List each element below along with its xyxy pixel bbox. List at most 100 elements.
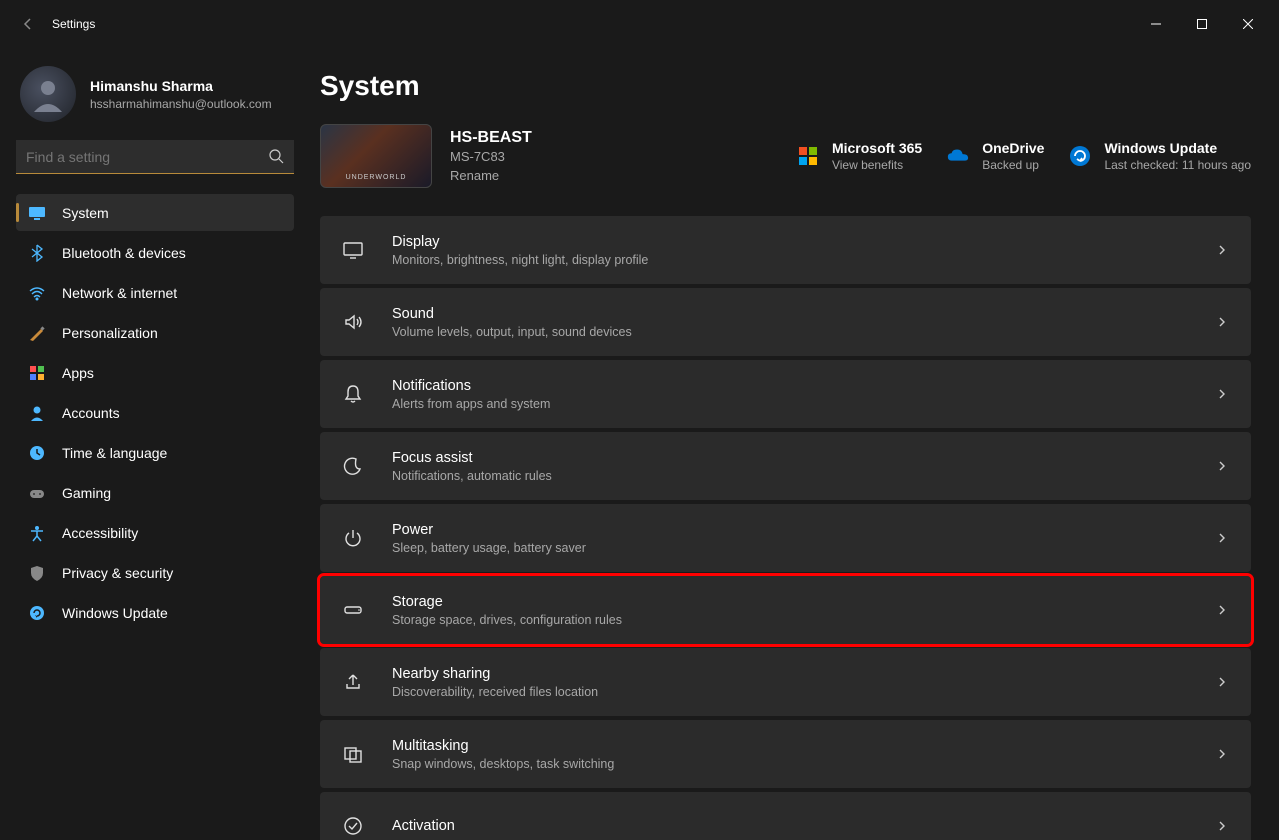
sidebar-item-label: Privacy & security xyxy=(62,565,173,581)
sidebar-item-label: Network & internet xyxy=(62,285,177,301)
card-activation[interactable]: Activation xyxy=(320,792,1251,840)
chevron-right-icon xyxy=(1215,747,1229,761)
card-subtitle: Snap windows, desktops, task switching xyxy=(392,757,614,771)
chevron-right-icon xyxy=(1215,243,1229,257)
card-title: Activation xyxy=(392,818,455,834)
status-title: Windows Update xyxy=(1104,140,1251,156)
sidebar-item-personalization[interactable]: Personalization xyxy=(16,314,294,351)
search-input[interactable] xyxy=(16,140,294,174)
sidebar-item-system[interactable]: System xyxy=(16,194,294,231)
settings-card-list: DisplayMonitors, brightness, night light… xyxy=(320,216,1251,840)
card-subtitle: Volume levels, output, input, sound devi… xyxy=(392,325,632,339)
sound-icon xyxy=(340,311,366,333)
sidebar-item-label: Apps xyxy=(62,365,94,381)
storage-icon xyxy=(340,599,366,621)
chevron-right-icon xyxy=(1215,531,1229,545)
nearby-icon xyxy=(340,671,366,693)
sidebar-item-label: Personalization xyxy=(62,325,158,341)
card-power[interactable]: Power Sleep, battery usage, battery saver xyxy=(320,504,1251,572)
search-box[interactable] xyxy=(16,140,294,174)
status-subtitle: View benefits xyxy=(832,158,922,172)
activation-icon xyxy=(340,815,366,837)
chevron-right-icon xyxy=(1215,819,1229,833)
avatar xyxy=(20,66,76,122)
close-button[interactable] xyxy=(1225,8,1271,40)
device-summary-row: HS-BEAST MS-7C83 Rename Microsoft 365 Vie… xyxy=(320,124,1251,188)
chevron-right-icon xyxy=(1215,675,1229,689)
status-subtitle: Backed up xyxy=(982,158,1044,172)
sidebar-item-accounts[interactable]: Accounts xyxy=(16,394,294,431)
card-sound[interactable]: Sound Volume levels, output, input, sound… xyxy=(320,288,1251,356)
device-thumbnail xyxy=(320,124,432,188)
card-title: Multitasking xyxy=(392,738,614,754)
user-name: Himanshu Sharma xyxy=(90,78,272,94)
chevron-right-icon xyxy=(1215,315,1229,329)
privacy-icon xyxy=(28,564,46,582)
sidebar-item-accessibility[interactable]: Accessibility xyxy=(16,514,294,551)
user-profile[interactable]: Himanshu Sharma hssharmahimanshu@outlook… xyxy=(20,66,290,122)
sidebar-item-label: Accessibility xyxy=(62,525,138,541)
minimize-button[interactable] xyxy=(1133,8,1179,40)
device-model: MS-7C83 xyxy=(450,149,532,164)
rename-link[interactable]: Rename xyxy=(450,168,532,183)
sidebar-item-update[interactable]: Windows Update xyxy=(16,594,294,631)
sidebar-nav: System Bluetooth & devices Network & inter… xyxy=(16,194,294,631)
sidebar-item-label: Windows Update xyxy=(62,605,168,621)
chevron-right-icon xyxy=(1215,603,1229,617)
card-subtitle: Notifications, automatic rules xyxy=(392,469,552,483)
display-icon xyxy=(340,239,366,261)
maximize-button[interactable] xyxy=(1179,8,1225,40)
sidebar-item-label: Bluetooth & devices xyxy=(62,245,186,261)
status-title: Microsoft 365 xyxy=(832,140,922,156)
time-icon xyxy=(28,444,46,462)
accounts-icon xyxy=(28,404,46,422)
card-focus[interactable]: Focus assistNotifications, automatic rul… xyxy=(320,432,1251,500)
sidebar-item-label: Accounts xyxy=(62,405,120,421)
notifications-icon xyxy=(340,383,366,405)
onedrive-icon xyxy=(946,144,970,168)
card-title: Notifications xyxy=(392,378,550,394)
status-winupdate[interactable]: Windows Update Last checked: 11 hours ago xyxy=(1068,140,1251,172)
chevron-right-icon xyxy=(1215,459,1229,473)
status-onedrive[interactable]: OneDriveBacked up xyxy=(946,140,1044,172)
sidebar-item-bluetooth[interactable]: Bluetooth & devices xyxy=(16,234,294,271)
user-email: hssharmahimanshu@outlook.com xyxy=(90,97,272,111)
main-content: System HS-BEAST MS-7C83 Rename Microsoft… xyxy=(310,48,1279,840)
winupdate-icon xyxy=(1068,144,1092,168)
focus-icon xyxy=(340,455,366,477)
device-name: HS-BEAST xyxy=(450,129,532,147)
chevron-right-icon xyxy=(1215,387,1229,401)
card-display[interactable]: DisplayMonitors, brightness, night light… xyxy=(320,216,1251,284)
sidebar-item-privacy[interactable]: Privacy & security xyxy=(16,554,294,591)
card-subtitle: Monitors, brightness, night light, displ… xyxy=(392,253,648,267)
card-subtitle: Sleep, battery usage, battery saver xyxy=(392,541,586,555)
card-subtitle: Discoverability, received files location xyxy=(392,685,598,699)
card-notifications[interactable]: NotificationsAlerts from apps and system xyxy=(320,360,1251,428)
status-subtitle: Last checked: 11 hours ago xyxy=(1104,158,1251,172)
card-storage[interactable]: StorageStorage space, drives, configurat… xyxy=(320,576,1251,644)
card-title: Power xyxy=(392,522,586,538)
page-title: System xyxy=(320,70,1251,102)
sidebar-item-label: System xyxy=(62,205,109,221)
window-title: Settings xyxy=(52,17,95,31)
sidebar-item-network[interactable]: Network & internet xyxy=(16,274,294,311)
sidebar-item-time[interactable]: Time & language xyxy=(16,434,294,471)
card-multitasking[interactable]: Multitasking Snap windows, desktops, task… xyxy=(320,720,1251,788)
accessibility-icon xyxy=(28,524,46,542)
status-m365[interactable]: Microsoft 365 View benefits xyxy=(796,140,922,172)
apps-icon xyxy=(28,364,46,382)
title-bar: Settings xyxy=(0,0,1279,48)
multitasking-icon xyxy=(340,743,366,765)
personalization-icon xyxy=(28,324,46,342)
sidebar-item-apps[interactable]: Apps xyxy=(16,354,294,391)
network-icon xyxy=(28,284,46,302)
card-title: Sound xyxy=(392,306,632,322)
bluetooth-icon xyxy=(28,244,46,262)
search-icon xyxy=(268,148,284,164)
update-icon xyxy=(28,604,46,622)
sidebar-item-gaming[interactable]: Gaming xyxy=(16,474,294,511)
sidebar-item-label: Gaming xyxy=(62,485,111,501)
back-button[interactable] xyxy=(8,4,48,44)
card-subtitle: Storage space, drives, configuration rul… xyxy=(392,613,622,627)
card-nearby[interactable]: Nearby sharingDiscoverability, received … xyxy=(320,648,1251,716)
